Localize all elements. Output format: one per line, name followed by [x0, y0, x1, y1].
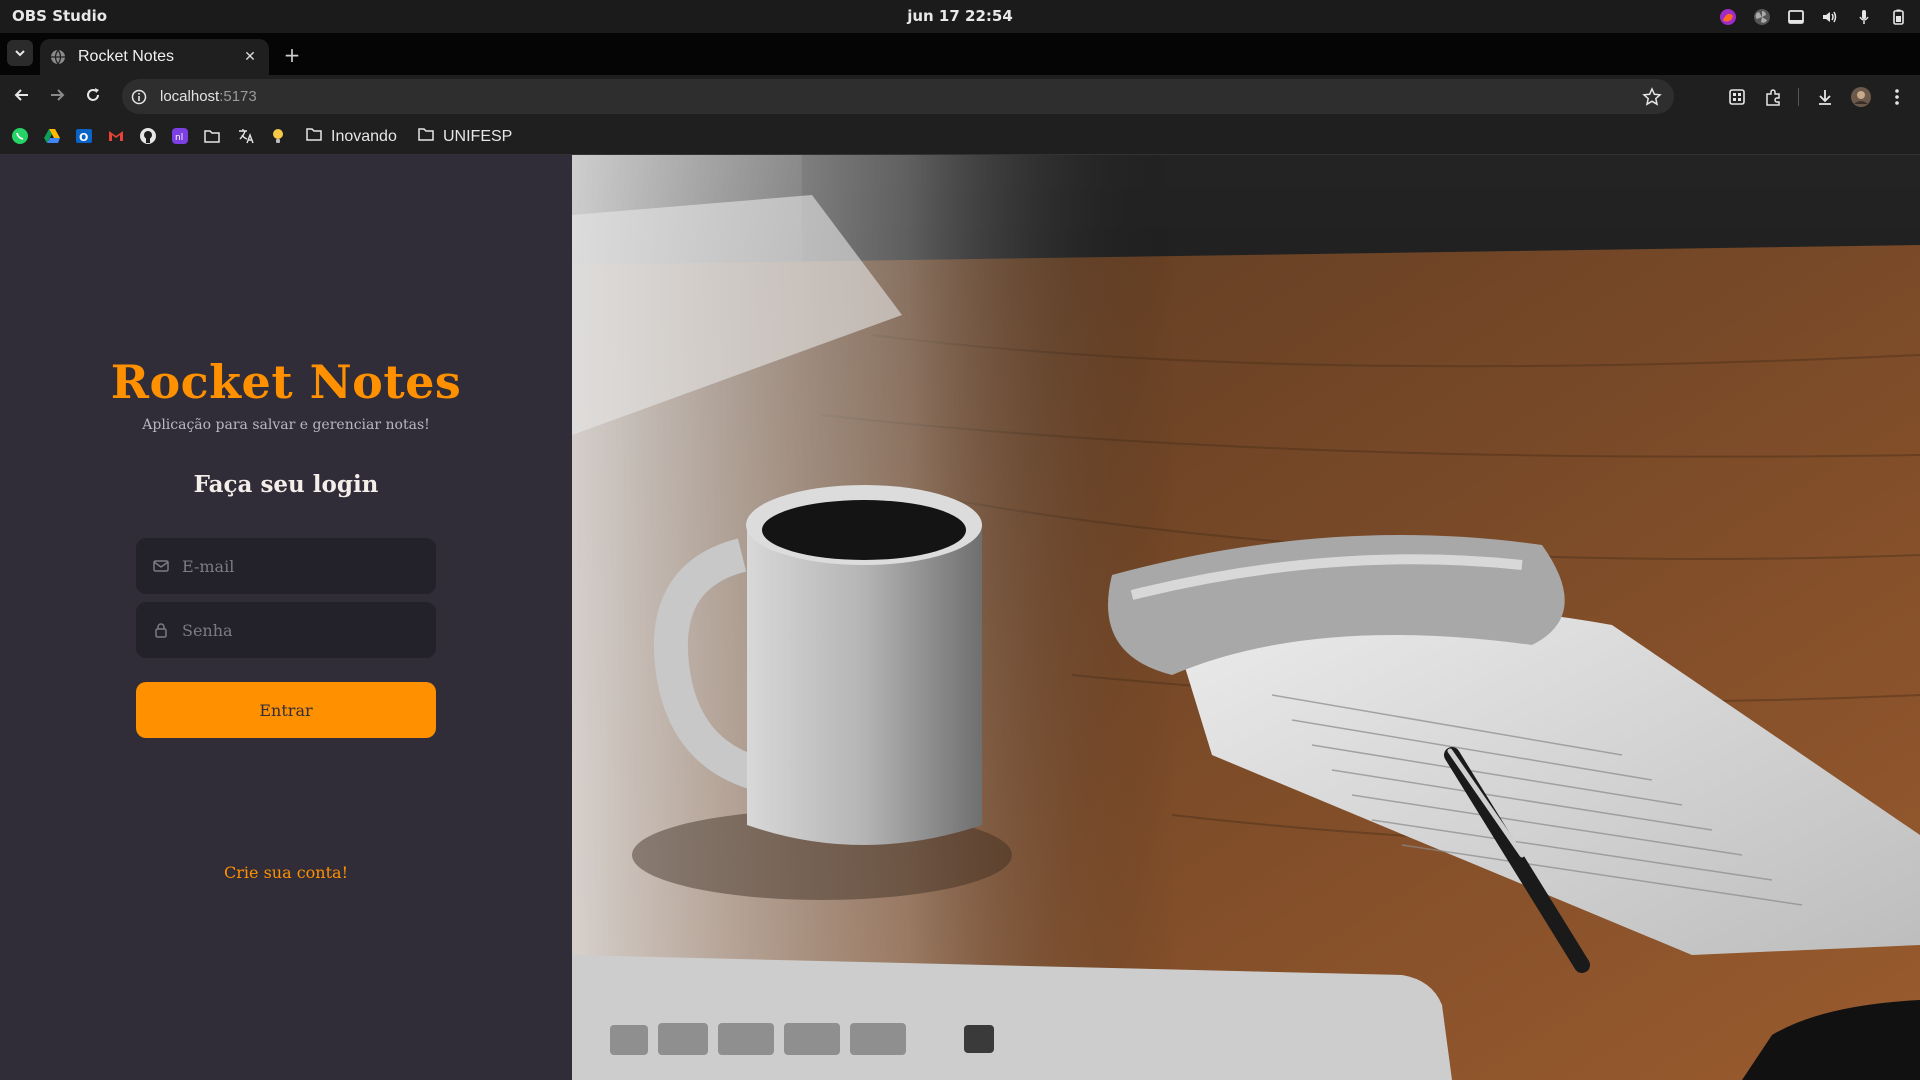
browser-toolbar: localhost:5173: [0, 75, 1920, 118]
bookmark-star-icon[interactable]: [1642, 87, 1662, 107]
arrow-left-icon: [14, 87, 30, 107]
login-heading: Faça seu login: [193, 471, 379, 498]
info-icon[interactable]: [130, 88, 148, 106]
menu-kebab-icon[interactable]: [1884, 84, 1910, 110]
password-input[interactable]: [182, 620, 422, 640]
close-icon[interactable]: ✕: [239, 46, 261, 68]
reload-button[interactable]: [79, 83, 107, 111]
tab-search-button[interactable]: [7, 40, 33, 66]
bookmark-folder-label: Inovando: [331, 127, 397, 145]
brand-subtitle: Aplicação para salvar e gerenciar notas!: [142, 417, 430, 433]
bulb-icon[interactable]: [269, 127, 287, 145]
app-icon[interactable]: nl: [171, 127, 189, 145]
volume-icon[interactable]: [1820, 7, 1840, 27]
forward-button[interactable]: [43, 83, 71, 111]
email-field[interactable]: [136, 538, 436, 594]
download-icon[interactable]: [1812, 84, 1838, 110]
microphone-icon[interactable]: [1854, 7, 1874, 27]
reload-icon: [85, 87, 101, 107]
fan-icon[interactable]: [1752, 7, 1772, 27]
toolbar-separator: [1798, 88, 1799, 106]
extensions-puzzle-icon[interactable]: [1760, 84, 1786, 110]
password-field[interactable]: [136, 602, 436, 658]
mail-icon: [152, 557, 170, 575]
create-account-link[interactable]: Crie sua conta!: [0, 863, 572, 882]
folder-icon[interactable]: [203, 127, 221, 145]
address-bar[interactable]: localhost:5173: [122, 79, 1674, 114]
google-drive-icon[interactable]: [43, 127, 61, 145]
brand-title: Rocket Notes: [110, 355, 462, 409]
outlook-icon[interactable]: O: [75, 127, 93, 145]
profile-avatar[interactable]: [1848, 84, 1874, 110]
chevron-down-icon: [14, 44, 26, 63]
bookmarks-bar: O nl Inovando UNIFESP: [0, 118, 1920, 155]
new-tab-button[interactable]: +: [280, 43, 304, 67]
svg-text:nl: nl: [175, 133, 183, 143]
gmail-icon[interactable]: [107, 127, 125, 145]
bookmark-folder-unifesp[interactable]: UNIFESP: [417, 118, 512, 155]
background-photo: [572, 155, 1920, 1080]
extension-qr-icon[interactable]: [1724, 84, 1750, 110]
globe-icon: [50, 49, 66, 66]
svg-text:O: O: [79, 131, 88, 144]
whatsapp-icon[interactable]: [11, 127, 29, 145]
github-icon[interactable]: [139, 127, 157, 145]
os-clock[interactable]: jun 17 22:54: [0, 0, 1920, 33]
battery-icon[interactable]: [1888, 7, 1908, 27]
login-panel: Rocket Notes Aplicação para salvar e ger…: [0, 155, 572, 1080]
back-button[interactable]: [8, 83, 36, 111]
url-host: localhost: [160, 88, 220, 105]
tab-rocket-notes[interactable]: Rocket Notes ✕: [40, 39, 269, 75]
url-port: :5173: [219, 88, 257, 105]
enter-button[interactable]: Entrar: [136, 682, 436, 738]
url-text[interactable]: localhost:5173: [160, 88, 257, 105]
tab-strip: Rocket Notes ✕ +: [0, 33, 1920, 75]
bookmark-folder-inovando[interactable]: Inovando: [305, 118, 397, 155]
bookmark-folder-label: UNIFESP: [443, 127, 513, 145]
lock-icon: [152, 621, 170, 639]
window-icon[interactable]: [1786, 7, 1806, 27]
folder-icon: [305, 125, 323, 148]
arrow-right-icon: [49, 87, 65, 107]
os-tray: [1718, 0, 1908, 33]
folder-icon: [417, 125, 435, 148]
tab-title: Rocket Notes: [78, 48, 175, 65]
os-app-name[interactable]: OBS Studio: [12, 0, 107, 33]
translate-icon[interactable]: [237, 127, 255, 145]
os-top-bar: OBS Studio jun 17 22:54: [0, 0, 1920, 33]
page-viewport: Rocket Notes Aplicação para salvar e ger…: [0, 155, 1920, 1080]
email-input[interactable]: [182, 556, 422, 576]
firefox-icon[interactable]: [1718, 7, 1738, 27]
